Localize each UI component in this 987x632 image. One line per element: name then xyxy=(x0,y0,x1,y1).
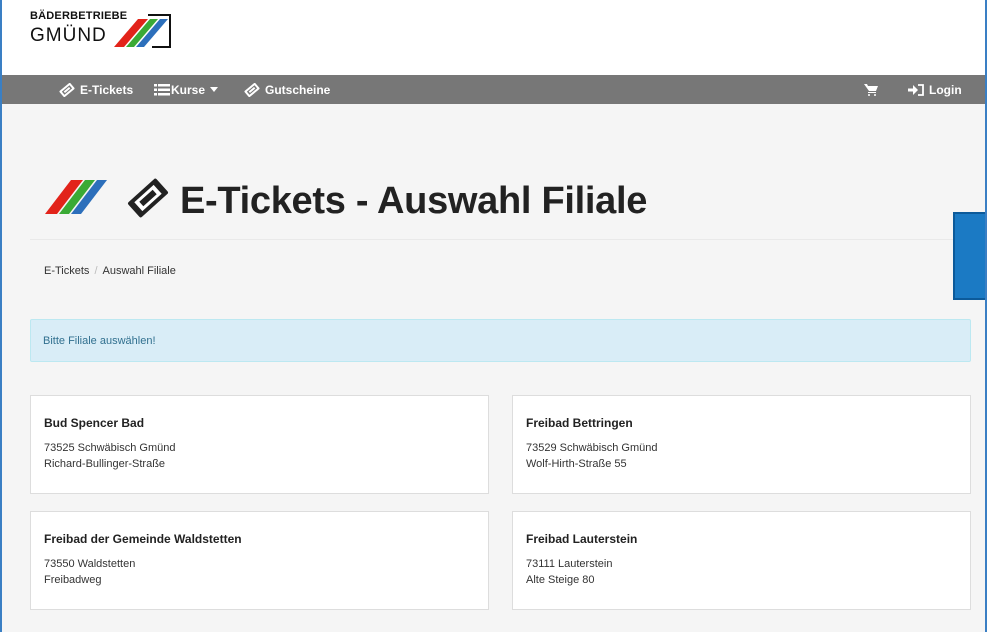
nav-kurse[interactable]: Kurse xyxy=(154,75,219,104)
breadcrumb: E-Tickets / Auswahl Filiale xyxy=(44,265,176,277)
info-alert: Bitte Filiale auswählen! xyxy=(30,319,971,362)
brand-stripes-icon xyxy=(45,180,107,214)
nav-kurse-label: Kurse xyxy=(171,82,206,97)
branch-name: Bud Spencer Bad xyxy=(44,416,145,430)
login-button[interactable]: Login xyxy=(908,75,962,104)
nav-etickets[interactable]: E-Tickets xyxy=(59,75,133,104)
side-tab-button[interactable] xyxy=(953,212,985,300)
branch-name: Freibad Bettringen xyxy=(526,416,633,430)
page-title: E-Tickets - Auswahl Filiale xyxy=(180,180,648,222)
cart-icon xyxy=(864,83,878,96)
branch-card[interactable]: Freibad Lauterstein 73111 Lauterstein Al… xyxy=(512,511,971,610)
brand-stripes-icon xyxy=(114,14,171,48)
branch-card[interactable]: Freibad der Gemeinde Waldstetten 73550 W… xyxy=(30,511,489,610)
nav-gutscheine[interactable]: Gutscheine xyxy=(244,75,330,104)
nav-gutscheine-label: Gutscheine xyxy=(265,82,331,97)
branch-street: Freibadweg xyxy=(44,574,102,586)
breadcrumb-separator: / xyxy=(94,265,98,277)
breadcrumb-etickets[interactable]: E-Tickets xyxy=(44,265,89,277)
branch-city: 73550 Waldstetten xyxy=(44,558,136,570)
list-icon xyxy=(154,83,170,95)
login-label: Login xyxy=(929,82,962,97)
branch-street: Richard-Bullinger-Straße xyxy=(44,458,166,470)
branch-city: 73529 Schwäbisch Gmünd xyxy=(526,442,658,454)
branch-street: Alte Steige 80 xyxy=(526,574,595,586)
branch-name: Freibad Lauterstein xyxy=(526,532,638,546)
branch-name: Freibad der Gemeinde Waldstetten xyxy=(44,532,242,546)
branch-card[interactable]: Freibad Bettringen 73529 Schwäbisch Gmün… xyxy=(512,395,971,494)
page-header: E-Tickets - Auswahl Filiale xyxy=(30,160,970,240)
brand-logo-link[interactable]: BÄDERBETRIEBE GMÜND xyxy=(30,10,171,48)
sign-in-icon xyxy=(908,83,924,96)
branch-city: 73111 Lauterstein xyxy=(526,558,613,570)
nav-etickets-label: E-Tickets xyxy=(80,82,134,97)
page: BÄDERBETRIEBE GMÜND E-Tickets Kurse Guts… xyxy=(0,0,987,632)
main-navbar: E-Tickets Kurse Gutscheine Login xyxy=(2,75,985,104)
caret-down-icon xyxy=(210,87,219,92)
cart-button[interactable] xyxy=(864,75,878,104)
ticket-icon xyxy=(128,178,168,218)
ticket-icon xyxy=(59,82,75,97)
brand-bar: BÄDERBETRIEBE GMÜND xyxy=(2,0,985,75)
branch-street: Wolf-Hirth-Straße 55 xyxy=(526,458,627,470)
branch-city: 73525 Schwäbisch Gmünd xyxy=(44,442,176,454)
breadcrumb-current: Auswahl Filiale xyxy=(102,265,176,277)
ticket-icon xyxy=(244,82,260,97)
branch-card[interactable]: Bud Spencer Bad 73525 Schwäbisch Gmünd R… xyxy=(30,395,489,494)
